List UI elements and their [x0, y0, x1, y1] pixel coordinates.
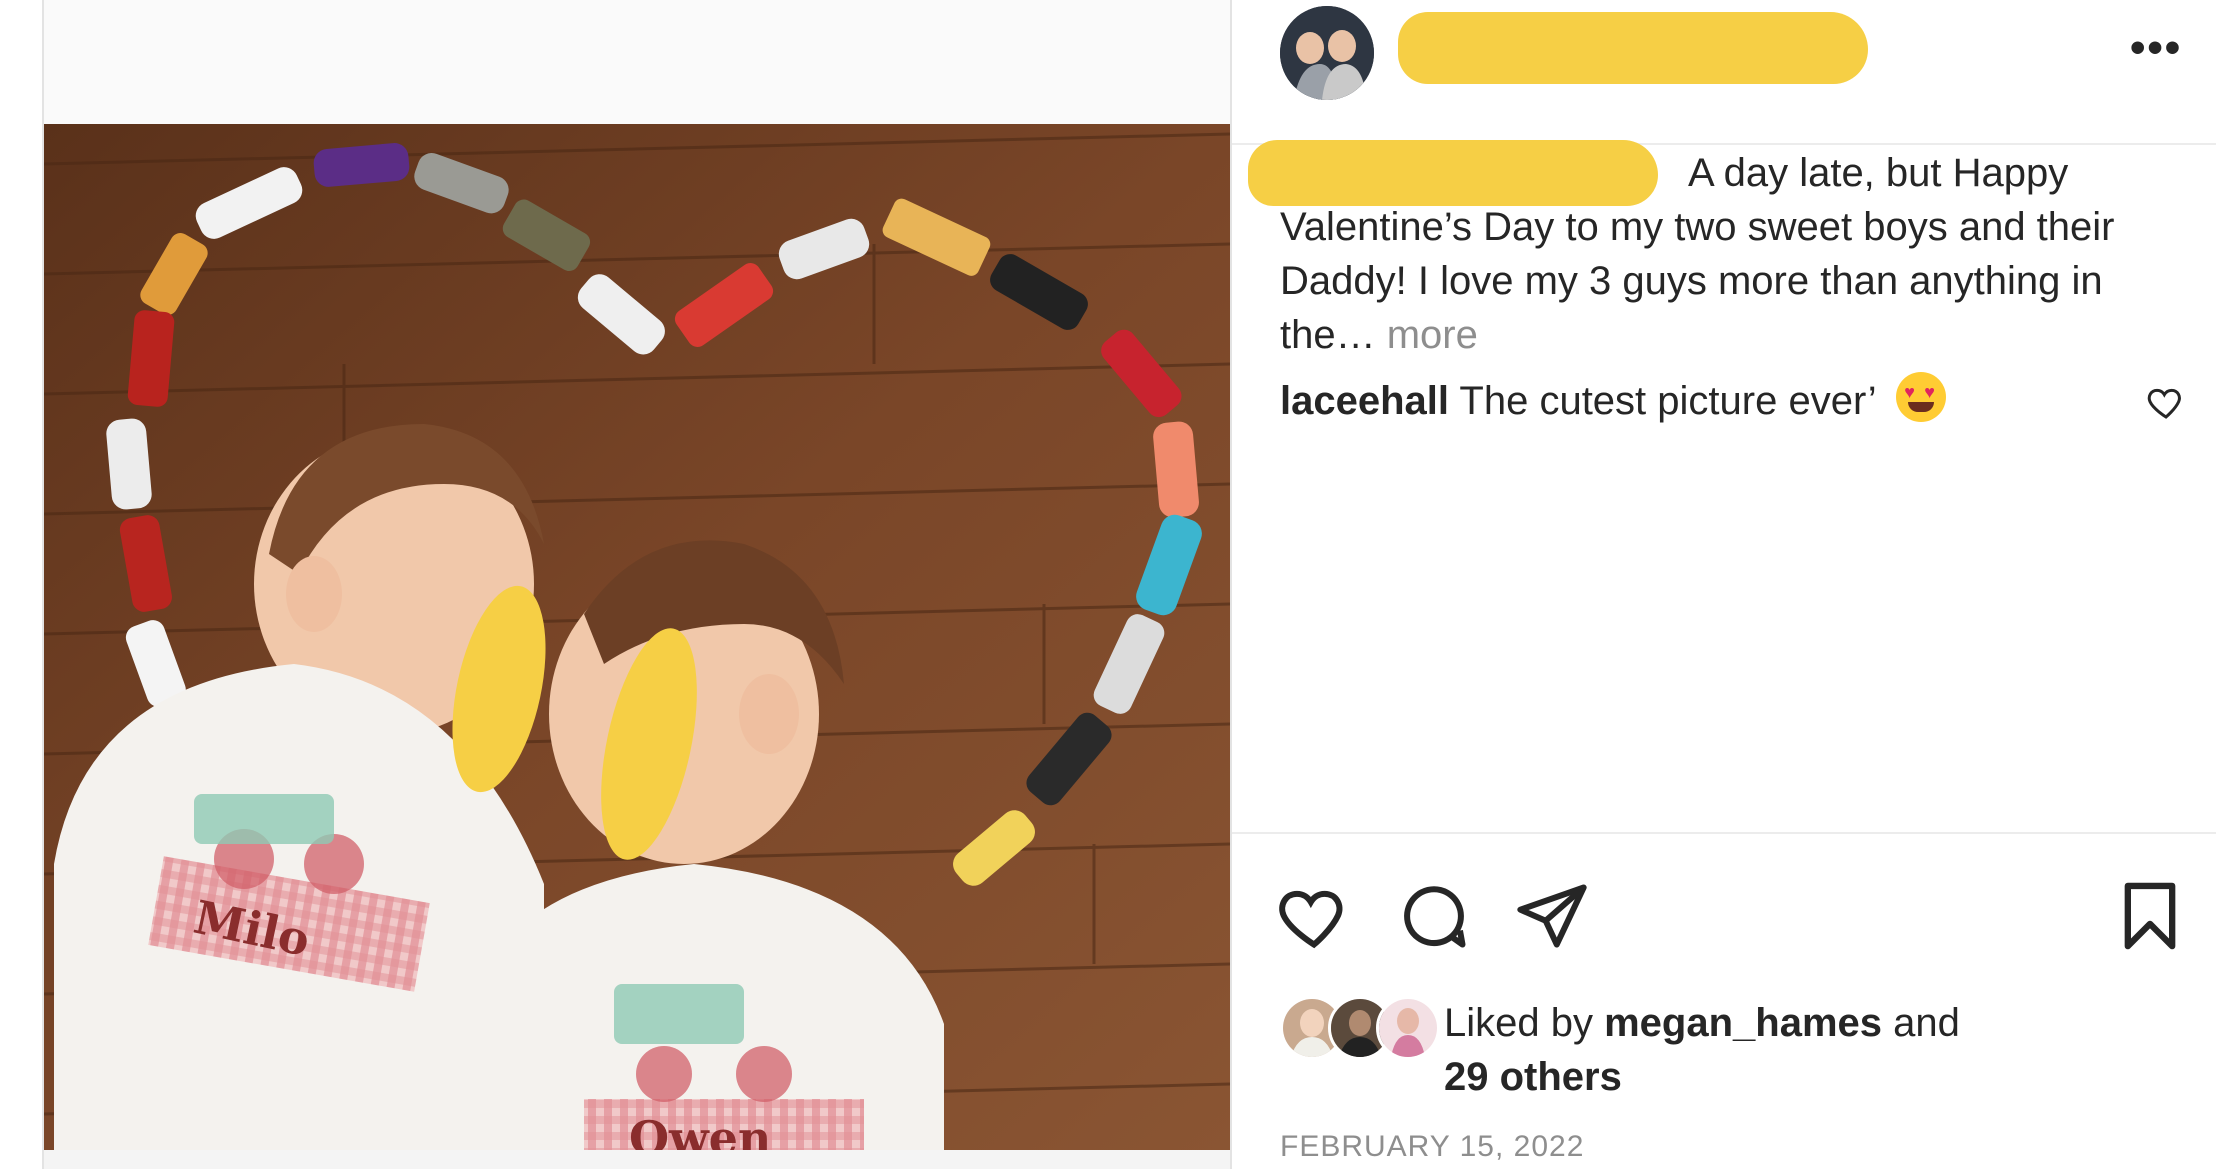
post-details-panel: ••• A day late, but Happy Valentine’s Da… [1232, 0, 2216, 1169]
comment-text: The cutest picture ever’ [1459, 379, 1876, 423]
left-margin [0, 0, 42, 1169]
more-options-icon[interactable]: ••• [2130, 26, 2182, 70]
likes-user[interactable]: megan_hames [1604, 1001, 1882, 1045]
comment-like-heart-icon[interactable] [2146, 382, 2186, 422]
post-photo[interactable]: Milo Owen [44, 124, 1230, 1150]
photo-top-padding [44, 0, 1230, 124]
send-icon[interactable] [1514, 878, 1590, 954]
likes-text: Liked by megan_hames and 29 others [1444, 996, 2144, 1104]
post-date[interactable]: FEBRUARY 15, 2022 [1280, 1130, 1584, 1164]
heart-eyes-emoji-icon: ♥ ♥ [1896, 372, 1947, 422]
likes-section: Liked by megan_hames and 29 others [1280, 996, 2160, 1106]
caption-more-link[interactable]: more [1387, 313, 1478, 357]
author-avatar[interactable] [1280, 6, 1374, 100]
likes-prefix: Liked by [1444, 1001, 1593, 1045]
shirt-name-right: Owen [629, 1111, 771, 1150]
post-header: ••• [1232, 0, 2216, 145]
actions-divider [1232, 832, 2216, 834]
like-heart-icon[interactable] [1276, 878, 1352, 954]
post-caption: A day late, but Happy Valentine’s Day to… [1280, 146, 2160, 362]
likes-connector: and [1893, 1001, 1960, 1045]
comment-username[interactable]: laceehall [1280, 379, 1449, 423]
comment-icon[interactable] [1396, 878, 1472, 954]
comment-row: laceehall The cutest picture ever’ ♥ ♥ [1280, 372, 2100, 428]
username-redaction [1398, 12, 1868, 84]
photo-illustration: Milo Owen [44, 124, 1230, 1150]
bookmark-icon[interactable] [2112, 878, 2188, 954]
liker-avatar[interactable] [1376, 996, 1440, 1060]
likes-others[interactable]: 29 others [1444, 1055, 1622, 1099]
photo-bottom-padding [44, 1150, 1230, 1169]
